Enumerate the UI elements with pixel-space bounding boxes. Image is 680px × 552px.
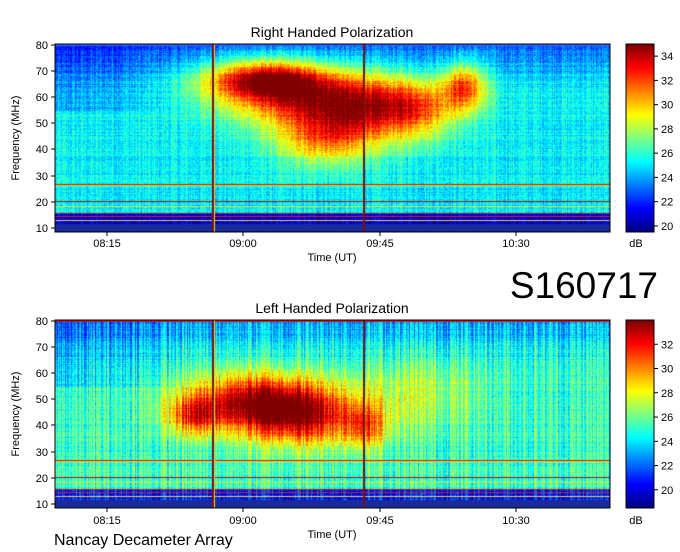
plot-area-right — [54, 43, 611, 233]
colorbar-tick-label: 20 — [661, 221, 673, 233]
x-tick-label: 08:15 — [93, 238, 121, 250]
colorbar-tick-label: 22 — [661, 197, 673, 209]
x-tick-label: 09:45 — [366, 238, 394, 250]
heatmap-canvas-right — [55, 44, 610, 232]
colorbar-tick-label: 30 — [661, 100, 673, 112]
panel-left-polarization: Left Handed Polarization 80 70 60 50 40 … — [10, 300, 673, 541]
colorbar-tick-label: 20 — [661, 485, 673, 497]
y-tick-label: 30 — [36, 171, 48, 183]
y-axis-left: 80 70 60 50 40 30 20 10 Frequency (MHz) — [10, 316, 55, 511]
x-tick-label: 09:00 — [229, 515, 257, 527]
colorbar-tick-label: 26 — [661, 412, 673, 424]
colorbar-unit-left: dB — [629, 515, 642, 527]
panel-title-right: Right Handed Polarization — [251, 24, 414, 40]
y-axis-right: 80 70 60 50 40 30 20 10 Frequency (MHz) — [10, 40, 55, 235]
y-axis-label-left: Frequency (MHz) — [10, 372, 22, 457]
colorbar-ticks-left: 20 22 24 26 28 30 32 — [654, 339, 673, 497]
x-tick-label: 08:15 — [93, 515, 121, 527]
y-tick-label: 20 — [36, 473, 48, 485]
colorbar-gradient-right — [626, 44, 654, 232]
y-tick-label: 50 — [36, 394, 48, 406]
burst-id-label: S160717 — [510, 265, 658, 306]
y-tick-label: 60 — [36, 368, 48, 380]
x-tick-label: 10:30 — [502, 515, 530, 527]
colorbar-tick-label: 26 — [661, 148, 673, 160]
y-tick-label: 40 — [36, 420, 48, 432]
colorbar-tick-label: 30 — [661, 364, 673, 376]
colorbar-gradient-left — [626, 320, 654, 508]
colorbar-tick-label: 32 — [661, 75, 673, 87]
y-tick-label: 50 — [36, 118, 48, 130]
spectrogram-figure: Right Handed Polarization 80 70 60 50 40… — [10, 24, 673, 549]
colorbar-right: 20 22 24 26 28 30 32 34 dB — [625, 43, 673, 250]
colorbar-tick-label: 28 — [661, 124, 673, 136]
x-axis-right: 08:15 09:00 09:45 10:30 Time (UT) — [93, 232, 530, 264]
y-tick-label: 70 — [36, 66, 48, 78]
colorbar-ticks-right: 20 22 24 26 28 30 32 34 — [654, 51, 673, 233]
y-tick-label: 20 — [36, 197, 48, 209]
x-tick-label: 09:45 — [366, 515, 394, 527]
colorbar-tick-label: 34 — [661, 51, 673, 63]
y-tick-label: 10 — [36, 499, 48, 511]
instrument-name: Nancay Decameter Array — [54, 532, 233, 549]
panel-right-polarization: Right Handed Polarization 80 70 60 50 40… — [10, 24, 673, 264]
colorbar-left: 20 22 24 26 28 30 32 dB — [625, 319, 673, 527]
y-tick-label: 10 — [36, 223, 48, 235]
x-axis-label-right: Time (UT) — [307, 252, 356, 264]
y-tick-label: 80 — [36, 40, 48, 52]
plot-area-left — [54, 319, 611, 509]
x-axis-label-left: Time (UT) — [307, 529, 356, 541]
y-tick-label: 30 — [36, 447, 48, 459]
colorbar-tick-label: 28 — [661, 388, 673, 400]
panel-title-left: Left Handed Polarization — [255, 300, 408, 316]
colorbar-tick-label: 22 — [661, 461, 673, 473]
x-tick-label: 09:00 — [229, 238, 257, 250]
heatmap-canvas-left — [55, 320, 610, 508]
colorbar-tick-label: 32 — [661, 339, 673, 351]
y-tick-label: 70 — [36, 342, 48, 354]
x-tick-label: 10:30 — [502, 238, 530, 250]
colorbar-tick-label: 24 — [661, 172, 673, 184]
colorbar-tick-label: 24 — [661, 436, 673, 448]
y-tick-label: 60 — [36, 92, 48, 104]
colorbar-unit-right: dB — [629, 238, 642, 250]
y-tick-label: 80 — [36, 316, 48, 328]
y-tick-label: 40 — [36, 144, 48, 156]
y-axis-label-right: Frequency (MHz) — [10, 96, 22, 181]
